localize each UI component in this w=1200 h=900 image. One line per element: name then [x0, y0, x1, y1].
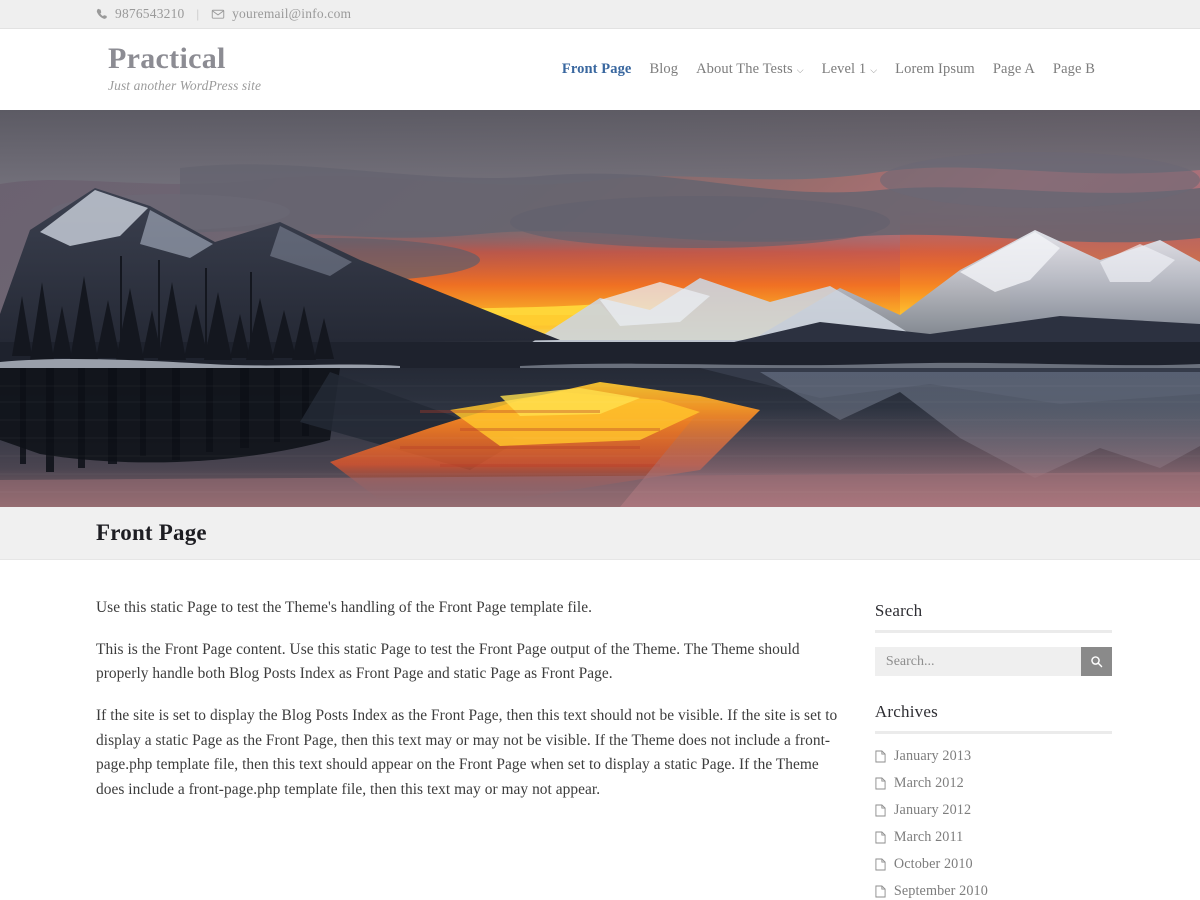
site-header: Practical Just another WordPress site Fr…	[0, 29, 1200, 110]
archive-item-label: March 2011	[893, 829, 964, 845]
archive-list-item[interactable]: January 2012	[875, 802, 1112, 819]
site-branding[interactable]: Practical Just another WordPress site	[108, 43, 261, 96]
nav-item-lorem-ipsum[interactable]: Lorem Ipsum	[886, 61, 984, 78]
archive-item-label: October 2010	[893, 856, 973, 872]
nav-item-label: Lorem Ipsum	[895, 61, 975, 77]
sidebar: Search Archives January 2013March 2012Ja…	[874, 596, 1112, 900]
content-paragraph: If the site is set to display the Blog P…	[96, 706, 838, 798]
archives-list: January 2013 March 2012 January 2012 March …	[875, 748, 1112, 900]
envelope-icon	[211, 7, 225, 21]
archives-widget-title: Archives	[874, 702, 938, 721]
archive-list-item[interactable]: September 2010	[875, 883, 1112, 900]
archive-list-item[interactable]: March 2012	[875, 775, 1112, 792]
document-icon	[875, 777, 886, 790]
archives-widget: Archives January 2013 March 2012 January 2…	[874, 702, 1112, 900]
search-widget: Search	[874, 601, 1112, 676]
document-icon	[875, 858, 886, 871]
nav-item-about-the-tests[interactable]: About The Tests ⌵	[687, 61, 813, 78]
nav-item-label: Page A	[992, 61, 1035, 77]
hero-illustration	[0, 110, 1200, 507]
document-icon	[875, 885, 886, 898]
nav-item-front-page[interactable]: Front Page	[553, 61, 641, 78]
nav-item-page-b[interactable]: Page B	[1044, 61, 1104, 78]
site-tagline: Just another WordPress site	[108, 77, 262, 93]
nav-item-label: Page B	[1052, 61, 1095, 77]
archive-list-item[interactable]: March 2011	[875, 829, 1112, 846]
topbar-phone-text: 9876543210	[115, 6, 185, 21]
search-widget-title: Search	[874, 601, 923, 620]
hero-banner-image	[0, 110, 1200, 507]
archive-item-label: January 2013	[893, 748, 972, 764]
archive-item-label: January 2012	[893, 802, 972, 818]
main-area: Use this static Page to test the Theme's…	[0, 560, 1200, 900]
archive-list-item[interactable]: October 2010	[875, 856, 1112, 873]
search-form	[874, 647, 1112, 676]
content-paragraph: Use this static Page to test the Theme's…	[96, 599, 592, 616]
archive-item-label: September 2010	[893, 883, 988, 899]
search-submit-button[interactable]	[1081, 647, 1112, 676]
top-contact-bar: 9876543210 | youremail@info.com	[0, 0, 1200, 29]
document-icon	[875, 804, 886, 817]
widget-divider	[874, 731, 1112, 734]
page-title: Front Page	[96, 520, 207, 545]
widget-divider	[874, 630, 1112, 633]
nav-item-label: Level 1	[821, 61, 867, 77]
phone-icon	[96, 8, 108, 20]
content-paragraph: This is the Front Page content. Use this…	[96, 640, 800, 683]
topbar-email-text: youremail@info.com	[232, 6, 352, 21]
nav-item-label: Blog	[649, 61, 679, 77]
nav-item-page-a[interactable]: Page A	[984, 61, 1044, 78]
search-icon	[1090, 655, 1103, 668]
nav-item-level-1[interactable]: Level 1 ⌵	[813, 61, 887, 78]
primary-navigation: Front Page Blog About The Tests ⌵ Level 1 ⌵ Lo…	[553, 61, 1104, 78]
topbar-email[interactable]: youremail@info.com	[211, 6, 351, 22]
nav-item-label: Front Page	[561, 61, 632, 77]
search-input[interactable]	[874, 647, 1081, 676]
nav-item-blog[interactable]: Blog	[640, 61, 687, 78]
document-icon	[875, 831, 886, 844]
chevron-down-icon: ⌵	[796, 65, 804, 75]
archive-list-item[interactable]: January 2013	[875, 748, 1112, 765]
archive-item-label: March 2012	[893, 775, 964, 791]
topbar-separator: |	[196, 6, 200, 21]
site-title[interactable]: Practical	[108, 43, 261, 75]
nav-item-label: About The Tests	[696, 61, 793, 77]
document-icon	[875, 750, 886, 763]
page-content: Use this static Page to test the Theme's…	[96, 596, 847, 900]
page-title-band: Front Page	[0, 507, 1200, 560]
chevron-down-icon: ⌵	[870, 65, 878, 75]
topbar-phone[interactable]: 9876543210	[96, 6, 185, 22]
